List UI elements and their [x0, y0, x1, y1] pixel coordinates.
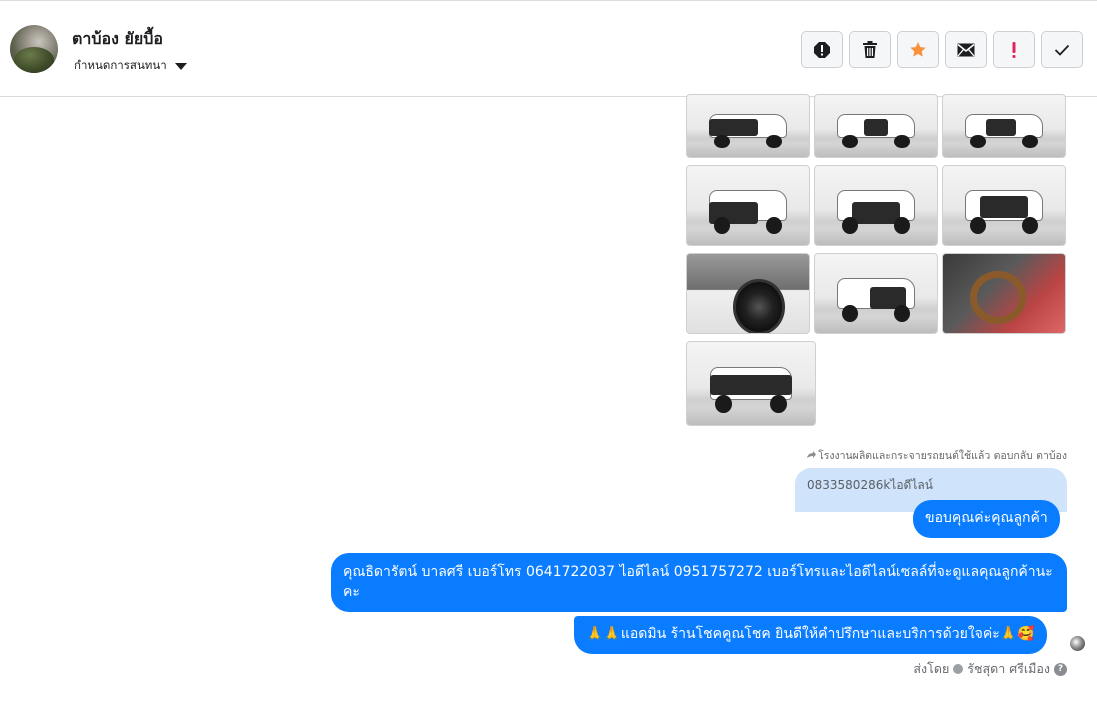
mark-unread-button[interactable]	[945, 31, 987, 68]
exclamation-icon	[1012, 41, 1016, 58]
sender-name[interactable]: รัชสุดา ศรีเมือง	[967, 659, 1050, 679]
star-button[interactable]	[897, 31, 939, 68]
message-bubble[interactable]: ขอบคุณค่ะคุณลูกค้า	[913, 500, 1060, 538]
photo-thumbnail-9[interactable]	[942, 253, 1066, 334]
sent-by-line: ส่งโดย รัชสุดา ศรีเมือง ?	[913, 659, 1067, 679]
contact-name[interactable]: ตาบ้อง ยัยบื้อ	[72, 27, 163, 52]
toolbar	[801, 31, 1083, 68]
conversation-header: ตาบ้อง ยัยบื้อ กำหนดการสนทนา	[0, 1, 1097, 97]
photo-thumbnail-8[interactable]	[814, 253, 938, 334]
assign-conversation-dropdown[interactable]: กำหนดการสนทนา	[74, 57, 187, 75]
reply-meta: โรงงานผลิตและกระจายรถยนต์ใช้แล้ว ตอบกลับ…	[806, 447, 1067, 464]
message-bubble[interactable]: คุณธิดารัตน์ บาลศรี เบอร์โทร 0641722037 …	[331, 553, 1067, 612]
message-bubble[interactable]: 🙏🙏แอดมิน ร้านโชคคูณโชค ยินดีให้คำปรึกษาแ…	[574, 616, 1047, 654]
reply-meta-text: โรงงานผลิตและกระจายรถยนต์ใช้แล้ว ตอบกลับ…	[818, 450, 1067, 462]
photo-thumbnail-4[interactable]	[686, 165, 810, 246]
message-text: คุณธิดารัตน์ บาลศรี เบอร์โทร 0641722037 …	[343, 564, 1053, 600]
report-button[interactable]	[801, 31, 843, 68]
quoted-message-text: 0833580286kไอดีไลน์	[807, 478, 933, 492]
photo-thumbnail-7[interactable]	[686, 253, 810, 334]
photo-thumbnail-1[interactable]	[686, 94, 810, 158]
delete-button[interactable]	[849, 31, 891, 68]
reply-arrow-icon	[807, 451, 817, 458]
photo-thumbnail-5[interactable]	[814, 165, 938, 246]
report-icon	[814, 41, 830, 58]
mail-icon	[957, 43, 975, 56]
assign-label: กำหนดการสนทนา	[74, 58, 167, 72]
help-icon[interactable]: ?	[1054, 662, 1067, 676]
photo-thumbnail-3[interactable]	[942, 94, 1066, 158]
photo-thumbnail-6[interactable]	[942, 165, 1066, 246]
caret-down-icon	[174, 63, 187, 70]
message-text: 🙏🙏แอดมิน ร้านโชคคูณโชค ยินดีให้คำปรึกษาแ…	[586, 626, 1035, 642]
message-text: ขอบคุณค่ะคุณลูกค้า	[925, 510, 1048, 526]
important-button[interactable]	[993, 31, 1035, 68]
star-icon	[910, 41, 926, 57]
photo-thumbnail-10[interactable]	[686, 341, 816, 426]
contact-avatar[interactable]	[10, 25, 58, 73]
trash-icon	[863, 40, 877, 58]
sent-by-label: ส่งโดย	[913, 661, 950, 676]
photo-thumbnail-2[interactable]	[814, 94, 938, 158]
check-icon	[1054, 44, 1070, 56]
read-receipt-avatar	[1070, 636, 1085, 651]
done-button[interactable]	[1041, 31, 1083, 68]
verified-dot-icon	[953, 664, 964, 674]
